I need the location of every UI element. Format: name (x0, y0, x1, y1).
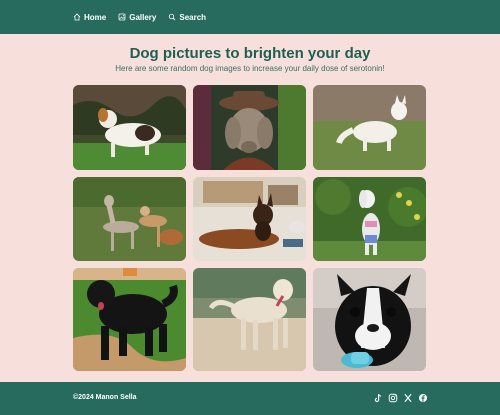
facebook-icon (418, 393, 428, 403)
nav-gallery-label: Gallery (129, 12, 157, 22)
tiktok-link[interactable] (373, 393, 383, 403)
footer: ©2024 Manon Sella (0, 382, 500, 415)
page-title: Dog pictures to brighten your day (129, 45, 371, 62)
nav-search-link[interactable]: Search (168, 13, 206, 22)
instagram-icon (388, 393, 398, 403)
dog-photo (193, 268, 306, 371)
instagram-link[interactable] (388, 393, 398, 403)
x-icon (404, 393, 412, 403)
x-link[interactable] (403, 393, 413, 403)
search-icon (169, 13, 176, 21)
dog-photo (73, 177, 186, 261)
dog-image-newfoundland[interactable] (73, 268, 186, 371)
dog-image-cream-dog[interactable] (193, 268, 306, 371)
nav-search-label: Search (179, 12, 207, 22)
dog-photo (313, 268, 426, 371)
dog-photo (313, 177, 426, 261)
dog-gallery-grid (73, 85, 427, 371)
nav-gallery-link[interactable]: Gallery (118, 13, 156, 22)
dog-photo (73, 85, 186, 170)
nav-menu: Home Gallery Search (73, 13, 218, 22)
dog-image-boston-terrier[interactable] (313, 268, 426, 371)
top-navigation-bar: Home Gallery Search (0, 0, 500, 34)
page-subtitle: Here are some random dog images to incre… (115, 64, 385, 73)
tiktok-icon (374, 394, 382, 403)
home-icon (73, 13, 81, 21)
nav-home-link[interactable]: Home (73, 13, 106, 22)
copyright-text: ©2024 Manon Sella (73, 394, 137, 401)
dog-image-doberman[interactable] (193, 177, 306, 261)
dog-image-white-shepherd[interactable] (313, 85, 426, 170)
gallery-icon (118, 13, 126, 21)
dog-photo (193, 177, 306, 261)
dog-photo (193, 85, 306, 170)
social-links (368, 393, 428, 403)
nav-home-label: Home (84, 12, 107, 22)
dog-photo (313, 85, 426, 170)
facebook-link[interactable] (418, 393, 428, 403)
dog-image-greyhounds[interactable] (73, 177, 186, 261)
dog-image-weimaraner[interactable] (193, 85, 306, 170)
dog-photo (73, 268, 186, 371)
dog-image-small-dog-flowers[interactable] (313, 177, 426, 261)
dog-image-jack-russell[interactable] (73, 85, 186, 170)
